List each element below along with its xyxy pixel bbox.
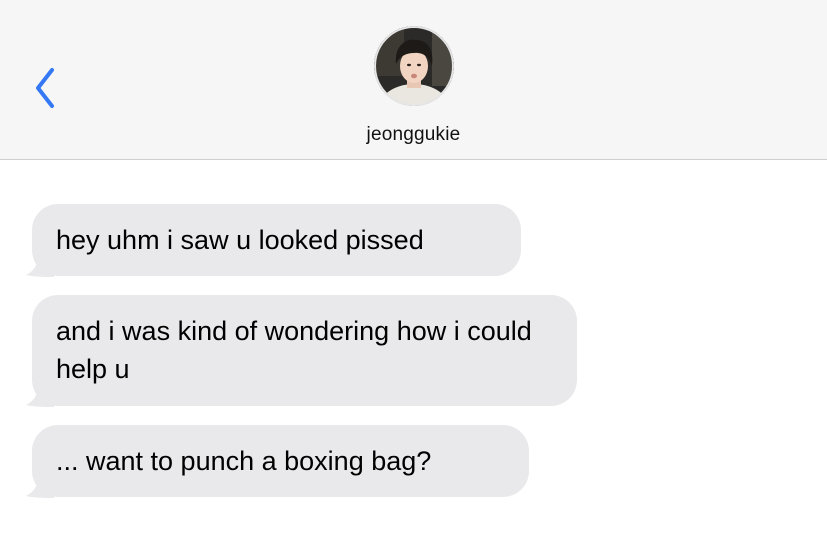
avatar[interactable] (374, 26, 454, 106)
message-text: ... want to punch a boxing bag? (56, 446, 432, 476)
bubble-tail (26, 385, 54, 407)
message-bubble[interactable]: and i was kind of wondering how i could … (32, 295, 577, 406)
bubble-tail (26, 476, 54, 498)
contact-name[interactable]: jeonggukie (0, 124, 827, 146)
message-text: hey uhm i saw u looked pissed (56, 225, 424, 255)
message-thread: hey uhm i saw u looked pissed and i was … (0, 160, 827, 546)
message-bubble[interactable]: ... want to punch a boxing bag? (32, 425, 529, 497)
back-button[interactable] (30, 66, 64, 110)
bubble-tail (26, 255, 54, 277)
message-bubble[interactable]: hey uhm i saw u looked pissed (32, 204, 521, 276)
avatar-photo (374, 26, 454, 106)
message-text: and i was kind of wondering how i could … (56, 316, 532, 384)
conversation-header: jeonggukie (0, 0, 827, 160)
chevron-left-icon (36, 68, 54, 108)
